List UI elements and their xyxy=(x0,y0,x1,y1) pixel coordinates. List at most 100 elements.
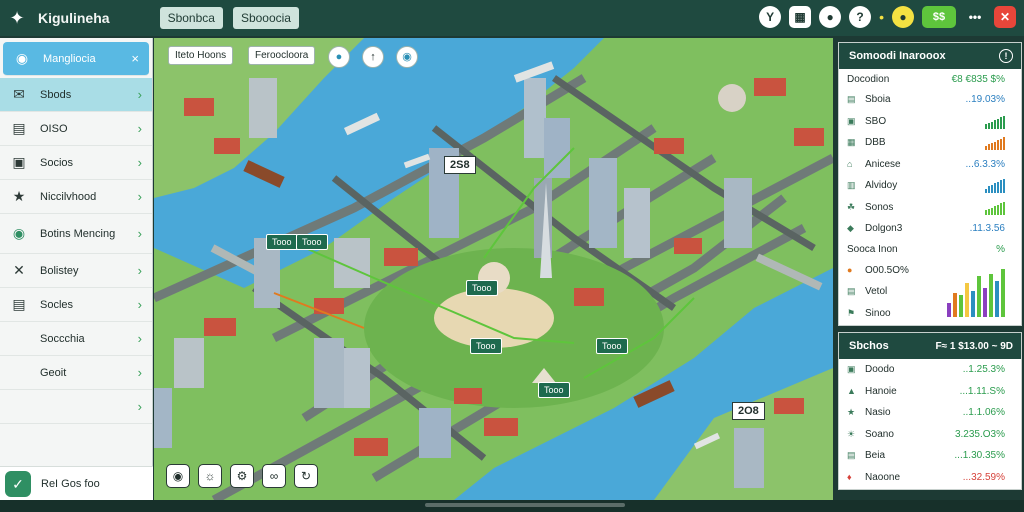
stat-row-label: SBO xyxy=(865,115,887,127)
target-icon[interactable]: ◉ xyxy=(396,46,418,68)
map-label[interactable]: 2O8 xyxy=(732,402,765,420)
resource-row[interactable]: ▲ Hanoie ...1.11.S% xyxy=(839,381,1021,403)
sidebar-item-6[interactable]: ✕ Bolistey › xyxy=(0,254,152,288)
gear-icon[interactable]: ⚙ xyxy=(230,464,254,488)
sidebar-item-label: Geoit xyxy=(40,366,67,379)
document-icon: ▤ xyxy=(12,120,26,136)
map-tag[interactable]: Tooo xyxy=(470,338,502,354)
chevron-right-icon: › xyxy=(137,226,142,241)
top-bar: ✦ Kigulineha Sbonbca Sbooocia Y ▦ ● ? • … xyxy=(0,0,1024,36)
map-tag[interactable]: Tooo xyxy=(466,280,498,296)
cash-button[interactable]: $$ xyxy=(922,6,956,28)
scrollbar-handle[interactable] xyxy=(425,503,625,507)
sidebar-item-1[interactable]: ✉ Sbods › xyxy=(0,78,152,112)
stat-bar xyxy=(991,143,993,150)
resource-row[interactable]: ☀ Soano 3.235.O3% xyxy=(839,424,1021,446)
pin-icon[interactable]: ◉ xyxy=(166,464,190,488)
app-logo-icon[interactable]: ✦ xyxy=(6,7,28,29)
stat-row-value: ...6.3.3% xyxy=(965,158,1005,170)
stat-row[interactable]: ▤ Sboia ..19.03% xyxy=(839,89,1021,111)
map-layer-pill[interactable]: Feroocloora xyxy=(248,46,316,65)
resources-panel-title: Sbchos xyxy=(849,340,889,352)
close-icon[interactable]: × xyxy=(131,51,139,66)
stat-bar xyxy=(988,144,990,150)
help-icon[interactable]: ? xyxy=(849,6,872,28)
info-icon[interactable]: ! xyxy=(999,49,1013,63)
city-map[interactable]: Iteto Hoons Feroocloora ● ↑ ◉ 2S8 Tooo T… xyxy=(154,38,833,500)
map-canvas[interactable] xyxy=(154,38,833,500)
location-icon[interactable]: ● xyxy=(328,46,350,68)
map-tag[interactable]: Tooo xyxy=(266,234,298,250)
stat-row-label: Dolgon3 xyxy=(865,223,903,235)
sidebar-item-label: Mangliocia xyxy=(43,52,96,65)
stats-panel-header: Somoodi Inarooox ! xyxy=(839,43,1021,69)
stat-row-bars xyxy=(985,201,1005,215)
sidebar-item-3[interactable]: ▣ Socios › xyxy=(0,146,152,180)
chat-icon[interactable]: ● xyxy=(819,6,842,28)
sidebar-item-10[interactable]: › xyxy=(0,390,152,424)
tab-first[interactable]: Sbonbca xyxy=(159,7,223,29)
resource-row-value: ..1.1.06% xyxy=(962,407,1005,419)
more-icon[interactable]: ••• xyxy=(964,6,986,28)
tree-icon[interactable]: Y xyxy=(759,6,782,28)
summary-value: €8 €835 $% xyxy=(951,73,1005,85)
tab-second[interactable]: Sbooocia xyxy=(232,7,299,29)
star-icon: ★ xyxy=(847,407,856,418)
refresh-icon[interactable]: ↻ xyxy=(294,464,318,488)
sidebar-item-label: Socles xyxy=(40,298,74,311)
sidebar-item-8[interactable]: Soccchia › xyxy=(0,322,152,356)
sidebar-item-9[interactable]: Geoit › xyxy=(0,356,152,390)
resource-row[interactable]: ▤ Beia ...1.30.35% xyxy=(839,445,1021,467)
resource-row-value: ...1.30.35% xyxy=(954,450,1005,462)
map-tag[interactable]: Tooo xyxy=(596,338,628,354)
sidebar-item-label: Sbods xyxy=(40,88,72,101)
stat-row[interactable]: ▣ SBO xyxy=(839,111,1021,133)
stat-row[interactable]: ◆ Dolgon3 .11.3.56 xyxy=(839,218,1021,240)
map-filter-pill[interactable]: Iteto Hoons xyxy=(168,46,234,65)
stat-bar xyxy=(997,181,999,193)
stat-row-label: Anicese xyxy=(865,158,901,170)
resource-row-label: Naoone xyxy=(865,471,901,483)
sidebar-footer[interactable]: ✓ ReI Gos foo xyxy=(0,466,153,500)
stat-bar xyxy=(985,145,987,150)
resource-row-label: Beia xyxy=(865,450,886,462)
stats-rows: ▤ Sboia ..19.03% ▣ SBO ▦ DBB ⌂ Anicese ...6.3.3% ▥… xyxy=(839,89,1021,240)
sidebar-item-7[interactable]: ▤ Socles › xyxy=(0,288,152,322)
sidebar-item-5[interactable]: ◉ Botins Mencing › xyxy=(0,214,152,254)
resource-row[interactable]: ★ Nasio ..1.1.06% xyxy=(839,402,1021,424)
stat-bar xyxy=(991,184,993,193)
tree-icon[interactable]: ↑ xyxy=(362,46,384,68)
coin-icon[interactable]: ● xyxy=(892,6,914,28)
calendar-icon[interactable]: ▦ xyxy=(789,6,812,28)
close-icon[interactable]: ✕ xyxy=(994,6,1016,28)
sidebar-item-4[interactable]: ★ Niccilvhood › xyxy=(0,180,152,214)
chevron-right-icon: › xyxy=(137,399,142,414)
stat-row[interactable]: ▦ DBB xyxy=(839,132,1021,154)
app-title: Kigulineha xyxy=(38,10,110,26)
stat-row[interactable]: ⌂ Anicese ...6.3.3% xyxy=(839,154,1021,176)
resource-row[interactable]: ♦ Naoone ...32.59% xyxy=(839,467,1021,489)
chart-bar xyxy=(977,276,981,317)
stat-bar xyxy=(997,204,999,215)
map-label[interactable]: 2S8 xyxy=(444,156,476,174)
stat-bar xyxy=(1000,138,1002,150)
link-icon[interactable]: ∞ xyxy=(262,464,286,488)
sub-row-label: Vetol xyxy=(865,286,888,298)
stats-panel-title: Somoodi Inarooox xyxy=(849,50,946,62)
resource-row[interactable]: ▣ Doodo ..1.25.3% xyxy=(839,359,1021,381)
sidebar-item-label: OISO xyxy=(40,122,68,135)
stat-bar xyxy=(988,208,990,215)
map-tag[interactable]: Tooo xyxy=(538,382,570,398)
sidebar-item-2[interactable]: ▤ OISO › xyxy=(0,112,152,146)
stat-row-label: DBB xyxy=(865,137,886,149)
map-tag[interactable]: Tooo xyxy=(296,234,328,250)
stat-row[interactable]: ☘ Sonos xyxy=(839,197,1021,219)
sidebar: ◉ Mangliocia × ✉ Sbods › ▤ OISO › ▣ Soci… xyxy=(0,38,153,500)
stat-bar xyxy=(985,188,987,193)
sidebar-item-0[interactable]: ◉ Mangliocia × xyxy=(3,42,149,76)
bulb-icon[interactable]: ☼ xyxy=(198,464,222,488)
stat-bar xyxy=(1003,179,1005,193)
stat-bar xyxy=(994,183,996,193)
stat-row[interactable]: ▥ Alvidoy xyxy=(839,175,1021,197)
stat-bar xyxy=(1003,201,1005,215)
